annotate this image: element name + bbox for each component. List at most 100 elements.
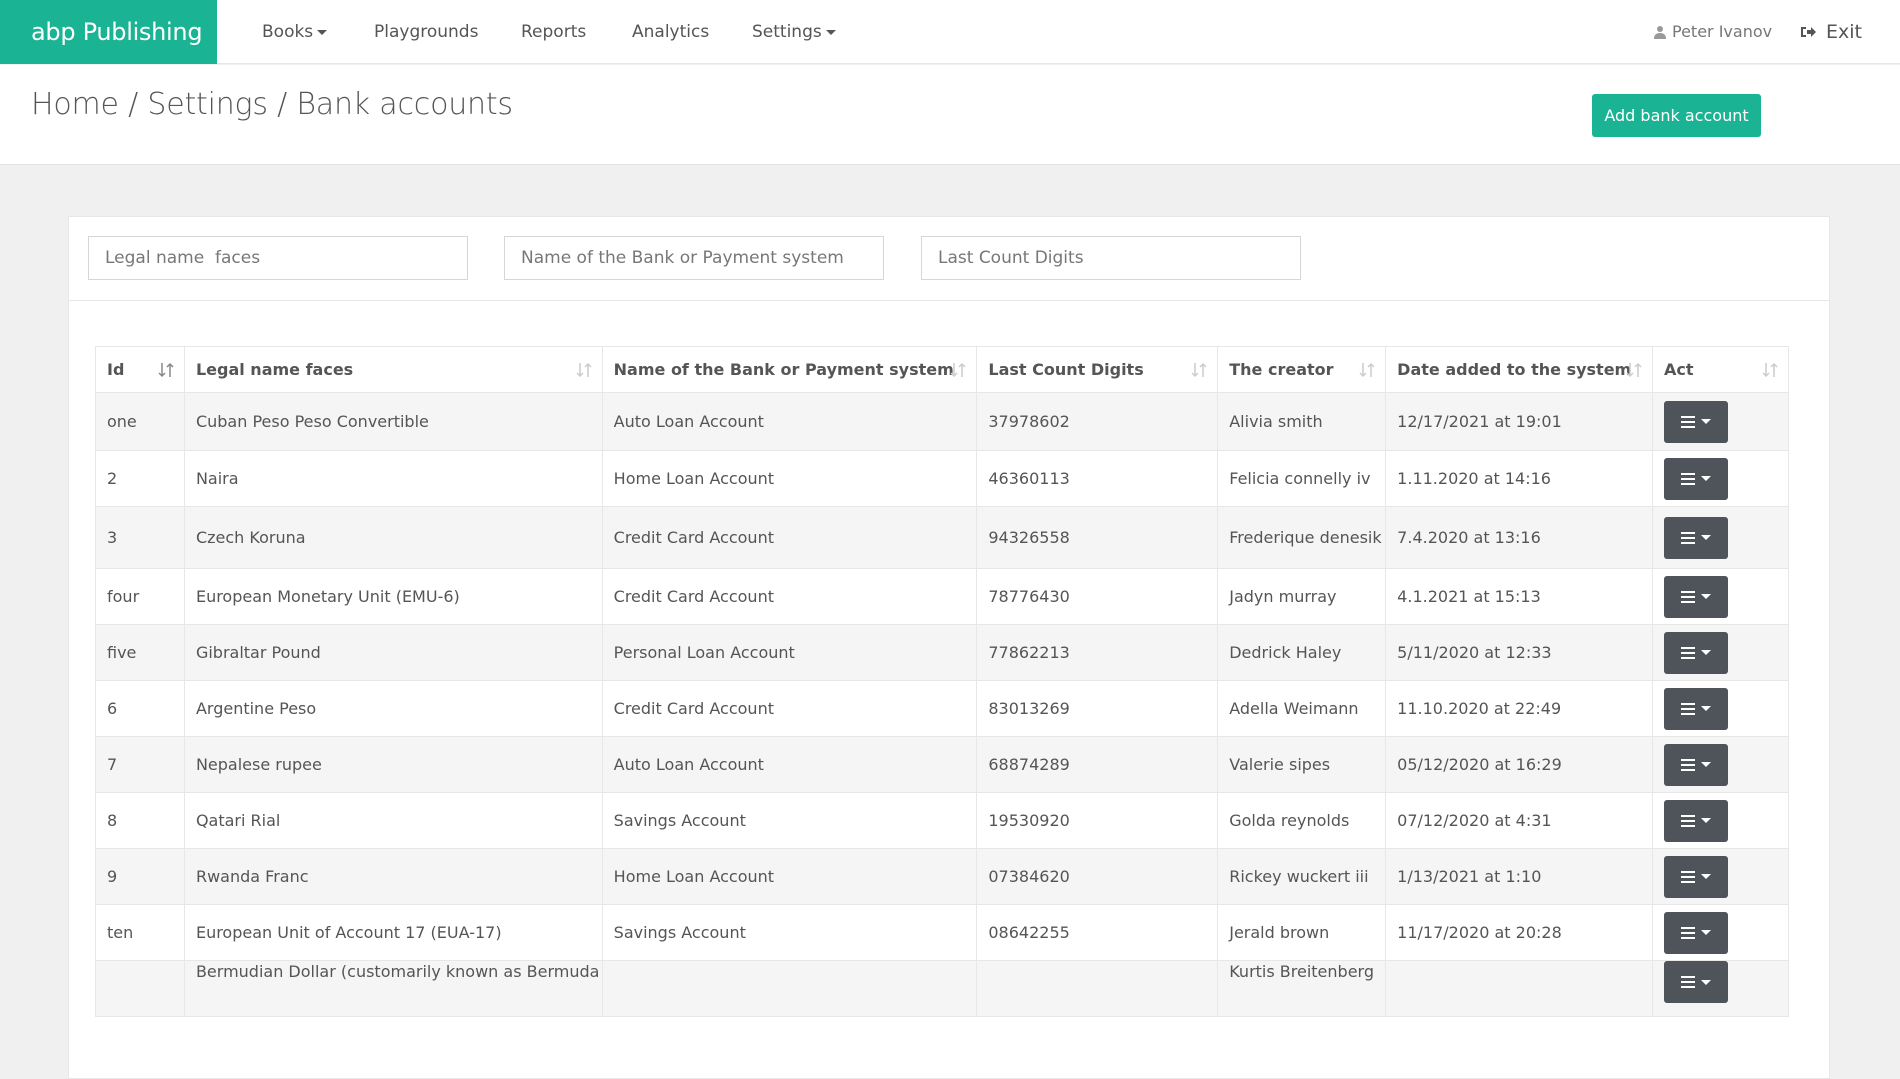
sort-icon [1762, 362, 1778, 378]
table-cell: European Unit of Account 17 (EUA-17) [183, 904, 603, 961]
menu-icon [1681, 646, 1696, 659]
column-header-date-added[interactable]: Date added to the system [1385, 346, 1654, 393]
page-header: Home / Settings / Bank accounts Add bank… [0, 65, 1900, 165]
table-row[interactable]: ten European Unit of Account 17 (EUA-17) S… [95, 904, 1789, 961]
table-cell: Credit Card Account [601, 568, 978, 625]
nav-analytics[interactable]: Analytics [632, 0, 709, 64]
table-cell: Credit Card Account [601, 680, 978, 737]
table-cell: 11/17/2020 at 20:28 [1385, 904, 1654, 961]
row-actions-button[interactable] [1664, 400, 1729, 443]
table-cell: Qatari Rial [183, 792, 603, 849]
column-header-label: The creator [1229, 360, 1334, 379]
nav-settings[interactable]: Settings [752, 0, 836, 64]
column-header-label: Last Count Digits [988, 360, 1144, 379]
table-cell [1385, 960, 1654, 1017]
table-cell: Naira [183, 450, 603, 507]
table-row[interactable]: Bermudian Dollar (customarily known as B… [95, 960, 1789, 1017]
table-cell-actions [1652, 568, 1789, 625]
table-cell: Kurtis Breitenberg [1217, 960, 1387, 1017]
last-digits-filter-input[interactable] [921, 236, 1301, 280]
bank-name-filter-input[interactable] [504, 236, 884, 280]
column-header-creator[interactable]: The creator [1217, 346, 1387, 393]
menu-icon [1681, 590, 1696, 603]
table-cell [601, 960, 978, 1017]
filter-bar [69, 217, 1829, 301]
sort-icon [1626, 362, 1642, 378]
row-actions-button[interactable] [1664, 687, 1729, 730]
nav-reports[interactable]: Reports [521, 0, 586, 64]
row-actions-button[interactable] [1664, 855, 1729, 898]
table-row[interactable]: five Gibraltar Pound Personal Loan Account… [95, 624, 1789, 681]
table-cell: Argentine Peso [183, 680, 603, 737]
sort-icon [576, 362, 592, 378]
column-header-label: Id [107, 360, 125, 379]
table-cell: 12/17/2021 at 19:01 [1385, 392, 1654, 451]
brand-logo[interactable]: abp Publishing [0, 0, 217, 64]
table-row[interactable]: 8 Qatari Rial Savings Account 19530920 Golda… [95, 792, 1789, 849]
table-cell: 2 [95, 450, 185, 507]
table-row[interactable]: 6 Argentine Peso Credit Card Account 830132… [95, 680, 1789, 737]
row-actions-button[interactable] [1664, 457, 1729, 500]
table-cell-actions [1652, 848, 1789, 905]
table-cell: 07/12/2020 at 4:31 [1385, 792, 1654, 849]
exit-button[interactable]: Exit [1800, 0, 1862, 64]
table-cell: 08642255 [976, 904, 1219, 961]
table-cell: 68874289 [976, 736, 1219, 793]
row-actions-button[interactable] [1664, 631, 1729, 674]
table-cell: Golda reynolds [1217, 792, 1387, 849]
column-header-last-digits[interactable]: Last Count Digits [976, 346, 1219, 393]
chevron-down-icon [1701, 818, 1712, 823]
user-icon [1654, 26, 1666, 39]
table-cell: five [95, 624, 185, 681]
table-row[interactable]: 7 Nepalese rupee Auto Loan Account 68874289… [95, 736, 1789, 793]
table-cell-actions [1652, 680, 1789, 737]
menu-icon [1681, 758, 1696, 771]
table-row[interactable]: 9 Rwanda Franc Home Loan Account 07384620 Ri… [95, 848, 1789, 905]
menu-icon [1681, 531, 1696, 544]
table-cell: Dedrick Haley [1217, 624, 1387, 681]
table-cell: 37978602 [976, 392, 1219, 451]
add-bank-account-button[interactable]: Add bank account [1592, 94, 1761, 137]
table-cell: Cuban Peso Peso Convertible [183, 392, 603, 451]
table-row[interactable]: one Cuban Peso Peso Convertible Auto Loan … [95, 392, 1789, 451]
table-cell: Felicia connelly iv [1217, 450, 1387, 507]
column-header-act[interactable]: Act [1652, 346, 1789, 393]
legal-name-filter-input[interactable] [88, 236, 468, 280]
table-cell: Gibraltar Pound [183, 624, 603, 681]
menu-icon [1681, 702, 1696, 715]
sort-icon [1359, 362, 1375, 378]
table-cell: four [95, 568, 185, 625]
top-navbar: abp Publishing Books Playgrounds Reports… [0, 0, 1900, 64]
column-header-legal-name[interactable]: Legal name faces [183, 346, 603, 393]
sort-icon [950, 362, 966, 378]
table-cell-actions [1652, 904, 1789, 961]
table-cell: Alivia smith [1217, 392, 1387, 451]
row-actions-button[interactable] [1664, 961, 1729, 1003]
table-row[interactable]: 2 Naira Home Loan Account 46360113 Felicia c… [95, 450, 1789, 507]
nav-books[interactable]: Books [262, 0, 328, 64]
menu-icon [1681, 870, 1696, 883]
user-menu[interactable]: Peter Ivanov [1654, 0, 1772, 64]
nav-books-label: Books [262, 22, 314, 42]
menu-icon [1681, 472, 1696, 485]
table-cell-actions [1652, 960, 1789, 1017]
row-actions-button[interactable] [1664, 911, 1729, 954]
row-actions-button[interactable] [1664, 743, 1729, 786]
column-header-id[interactable]: Id [95, 346, 185, 393]
chevron-down-icon [1701, 930, 1712, 935]
exit-label: Exit [1826, 21, 1862, 43]
table-row[interactable]: 3 Czech Koruna Credit Card Account 94326558… [95, 506, 1789, 569]
column-header-bank-name[interactable]: Name of the Bank or Payment system [601, 346, 978, 393]
table-row[interactable]: four European Monetary Unit (EMU-6) Credit… [95, 568, 1789, 625]
row-actions-button[interactable] [1664, 575, 1729, 618]
row-actions-button[interactable] [1664, 799, 1729, 842]
table-cell: 11.10.2020 at 22:49 [1385, 680, 1654, 737]
table-cell: 78776430 [976, 568, 1219, 625]
table-cell: Rwanda Franc [183, 848, 603, 905]
nav-playgrounds[interactable]: Playgrounds [374, 0, 478, 64]
column-header-label: Name of the Bank or Payment system [613, 360, 954, 379]
table-cell: 7 [95, 736, 185, 793]
table-cell: Home Loan Account [601, 450, 978, 507]
table-cell: 1/13/2021 at 1:10 [1385, 848, 1654, 905]
row-actions-button[interactable] [1664, 516, 1729, 559]
